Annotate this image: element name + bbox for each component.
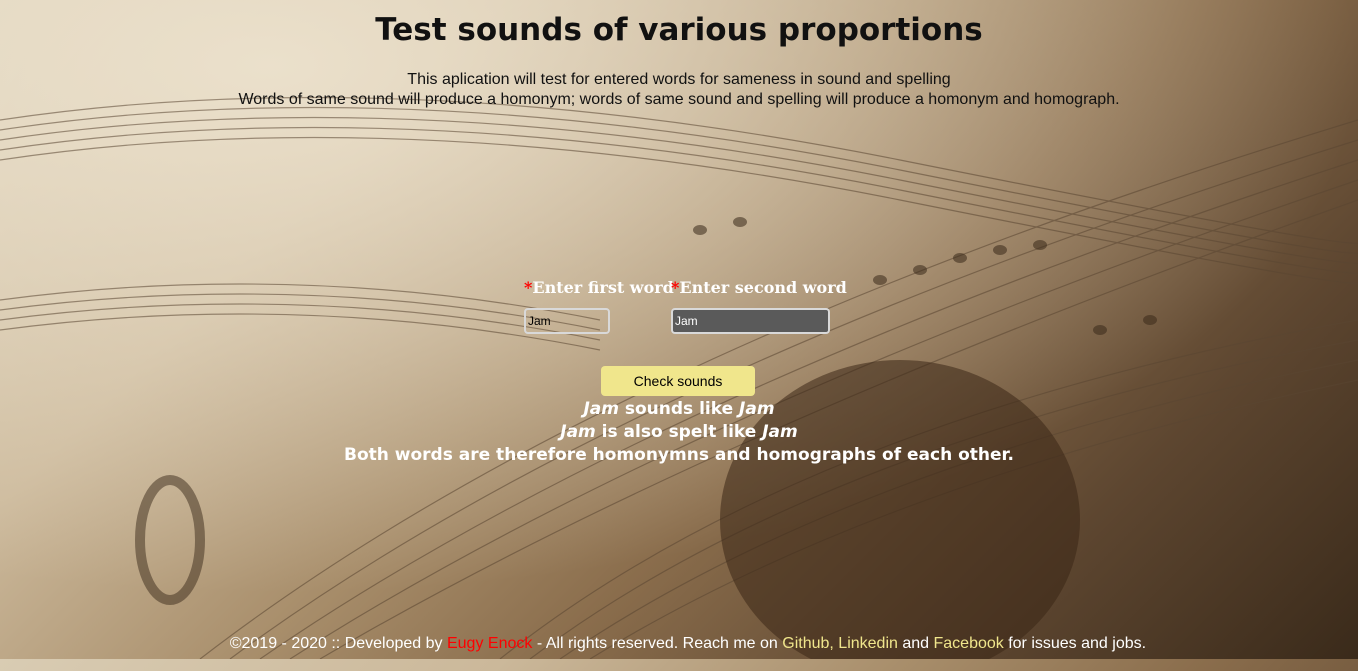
result-sound-line: Jam sounds like Jam bbox=[583, 399, 775, 419]
author-name: Eugy Enock bbox=[446, 635, 533, 652]
linkedin-link[interactable]: Linkedin bbox=[838, 635, 898, 652]
second-word-label: *Enter second word bbox=[671, 278, 847, 297]
intro-text: This aplication will test for entered wo… bbox=[0, 70, 1358, 110]
github-link[interactable]: Github bbox=[782, 635, 829, 652]
intro-line-2: Words of same sound will produce a homon… bbox=[238, 91, 1120, 108]
check-sounds-button[interactable]: Check sounds bbox=[601, 366, 755, 396]
footer: ©2019 - 2020 :: Developed by Eugy Enock … bbox=[229, 635, 1147, 652]
result-spelling-line: Jam is also spelt like Jam bbox=[560, 422, 798, 442]
second-word-input[interactable] bbox=[671, 308, 830, 334]
first-word-label: *Enter first word bbox=[524, 278, 674, 297]
page-title: Test sounds of various proportions bbox=[375, 12, 983, 48]
result-conclusion: Both words are therefore homonymns and h… bbox=[344, 445, 1014, 465]
intro-line-1: This aplication will test for entered wo… bbox=[407, 71, 951, 88]
facebook-link[interactable]: Facebook bbox=[934, 635, 1004, 652]
result-panel: Jam sounds like Jam Jam is also spelt li… bbox=[0, 398, 1358, 467]
first-word-input[interactable] bbox=[524, 308, 610, 334]
